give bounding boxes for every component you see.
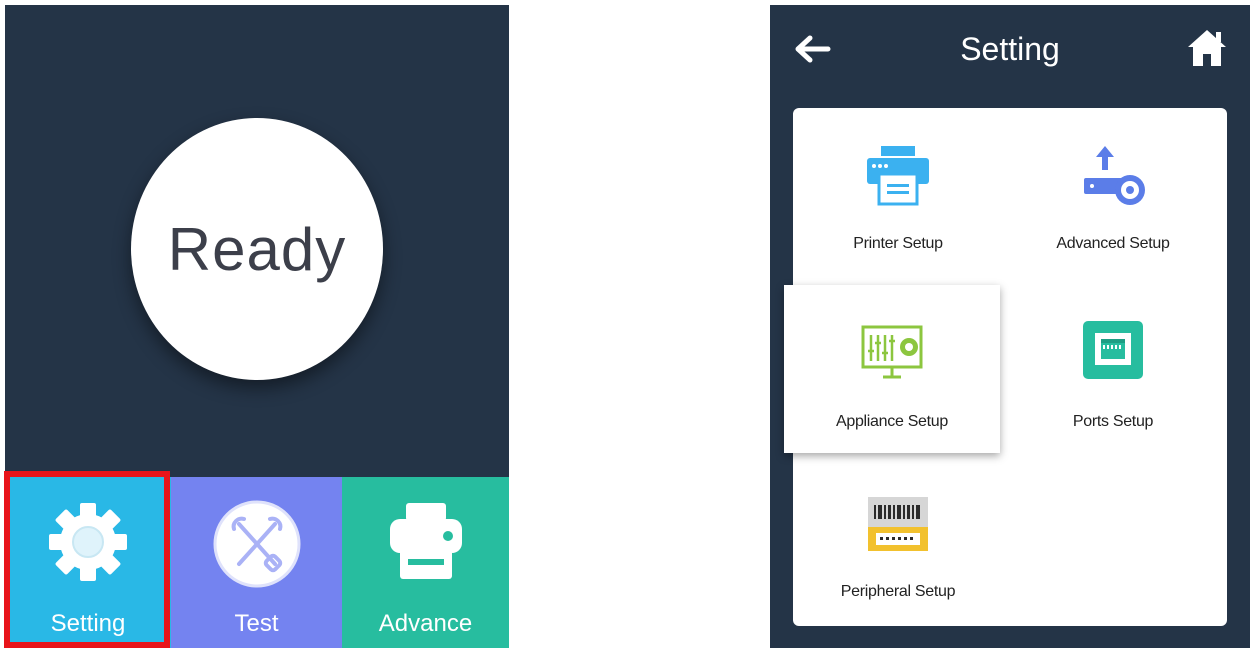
ports-setup-icon	[1081, 319, 1145, 386]
menu-item-ports-setup[interactable]: Ports Setup	[1008, 285, 1218, 445]
menu-item-advanced-setup[interactable]: Advanced Setup	[1008, 108, 1218, 268]
menu-item-peripheral-setup[interactable]: Peripheral Setup	[793, 465, 1003, 625]
menu-item-printer-setup[interactable]: Printer Setup	[793, 108, 1003, 268]
advance-tab-label: Advance	[378, 610, 473, 637]
setting-menu-panel: Printer Setup Advanced Setup Appliance S…	[784, 108, 1227, 626]
printer-setup-icon	[865, 144, 931, 211]
advance-tab[interactable]: Advance	[342, 477, 509, 648]
menu-item-label: Printer Setup	[853, 235, 943, 252]
appliance-setup-icon	[859, 323, 925, 388]
menu-item-label: Appliance Setup	[835, 413, 949, 430]
tools-icon	[212, 499, 302, 594]
selection-highlight	[4, 471, 170, 648]
test-tab-label: Test	[234, 610, 279, 637]
setting-screen: Setting Printer Setup Advanced Setup App…	[770, 5, 1250, 648]
status-text: Ready	[167, 215, 347, 283]
menu-item-label: Peripheral Setup	[840, 583, 956, 600]
printer-icon	[380, 499, 472, 590]
menu-item-label: Advanced Setup	[1056, 235, 1170, 252]
menu-item-appliance-setup[interactable]: Appliance Setup	[784, 285, 1000, 453]
page-title: Setting	[960, 31, 1060, 67]
status-button[interactable]: Ready	[131, 118, 383, 380]
test-tab[interactable]: Test	[171, 477, 342, 648]
menu-item-label: Ports Setup	[1072, 413, 1154, 430]
home-icon[interactable]	[1185, 27, 1229, 74]
peripheral-setup-icon	[866, 495, 930, 558]
advanced-setup-icon	[1078, 144, 1148, 215]
